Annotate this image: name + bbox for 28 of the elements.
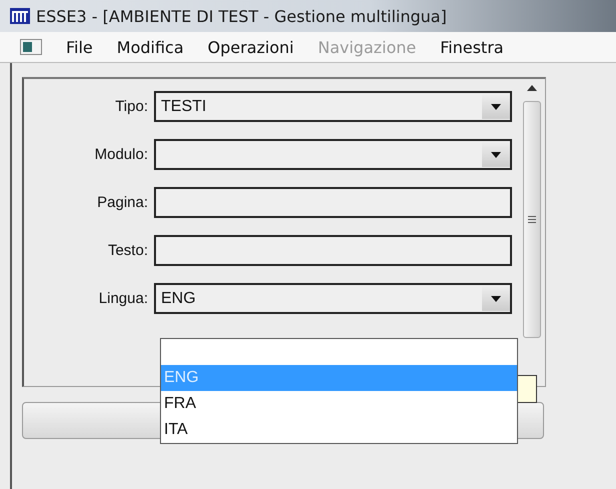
dropdown-button[interactable] — [482, 94, 510, 119]
window-title: ESSE3 - [AMBIENTE DI TEST - Gestione multilingua] — [36, 6, 447, 26]
field-label: Lingua: — [98, 290, 149, 307]
field-label: Modulo: — [94, 146, 149, 163]
menu-item[interactable]: File — [66, 38, 93, 56]
field-label: Testo: — [106, 242, 149, 259]
input-field[interactable] — [154, 187, 512, 218]
combo-box[interactable] — [154, 139, 512, 170]
menu-item[interactable]: Finestra — [440, 38, 504, 56]
menu-item[interactable]: Operazioni — [208, 38, 294, 56]
caret-icon — [491, 152, 501, 158]
caret-icon — [491, 296, 501, 302]
combo-box[interactable]: ENG — [154, 283, 512, 314]
note-box — [516, 375, 537, 403]
scrollbar[interactable] — [521, 85, 543, 338]
menu-item[interactable]: Modifica — [116, 38, 184, 56]
app-logo-icon — [10, 8, 30, 24]
combo-box[interactable]: TESTI — [154, 91, 512, 122]
field-label: Tipo: — [114, 98, 149, 115]
scroll-thumb[interactable] — [523, 101, 541, 338]
input-field[interactable] — [154, 235, 512, 266]
grip-icon — [528, 216, 536, 223]
caret-icon — [491, 104, 501, 110]
dropdown-button[interactable] — [482, 286, 510, 311]
field-label: Pagina: — [96, 194, 149, 211]
window-icon[interactable] — [20, 39, 42, 55]
dropdown-button[interactable] — [482, 142, 510, 167]
scroll-up-icon[interactable] — [527, 85, 537, 91]
